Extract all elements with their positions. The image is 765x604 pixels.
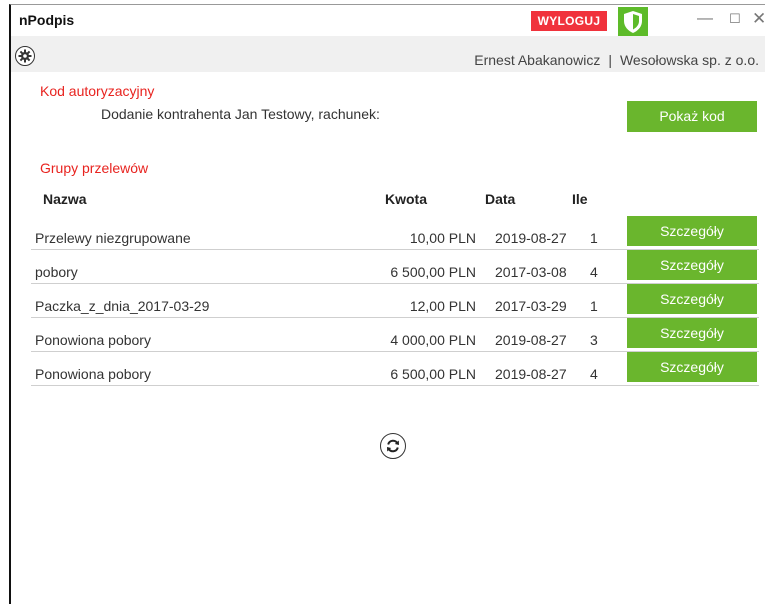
table-row: Przelewy niezgrupowane 10,00 PLN 2019-08… [31, 216, 759, 250]
auth-description: Dodanie kontrahenta Jan Testowy, rachune… [101, 106, 380, 122]
row-count: 4 [590, 366, 598, 382]
separator: | [608, 52, 612, 68]
row-count: 1 [590, 298, 598, 314]
row-date: 2017-03-08 [495, 264, 567, 280]
row-date: 2017-03-29 [495, 298, 567, 314]
table-row: Ponowiona pobory 6 500,00 PLN 2019-08-27… [31, 352, 759, 386]
details-button[interactable]: Szczegóły [627, 216, 757, 246]
row-amount: 12,00 PLN [409, 298, 476, 314]
row-name: Ponowiona pobory [35, 332, 151, 348]
close-button[interactable]: ✕ [752, 9, 765, 29]
column-header-count: Ile [572, 191, 588, 207]
row-name: Przelewy niezgrupowane [35, 230, 191, 246]
row-count: 1 [590, 230, 598, 246]
refresh-icon[interactable] [380, 433, 406, 459]
table-row: Paczka_z_dnia_2017-03-29 12,00 PLN 2017-… [31, 284, 759, 318]
row-name: Paczka_z_dnia_2017-03-29 [35, 298, 210, 314]
table-row: pobory 6 500,00 PLN 2017-03-08 4 Szczegó… [31, 250, 759, 284]
details-button[interactable]: Szczegóły [627, 284, 757, 314]
row-count: 3 [590, 332, 598, 348]
details-button[interactable]: Szczegóły [627, 318, 757, 348]
row-date: 2019-08-27 [495, 366, 567, 382]
row-name: pobory [35, 264, 78, 280]
gear-icon[interactable] [15, 46, 35, 66]
row-amount: 6 500,00 PLN [390, 264, 476, 280]
show-code-button[interactable]: Pokaż kod [627, 101, 757, 132]
table-row: Ponowiona pobory 4 000,00 PLN 2019-08-27… [31, 318, 759, 352]
minimize-button[interactable]: — [697, 9, 713, 29]
app-title: nPodpis [19, 12, 75, 28]
details-button[interactable]: Szczegóły [627, 250, 757, 280]
user-info: Ernest Abakanowicz | Wesołowska sp. z o.o. [474, 52, 759, 68]
row-date: 2019-08-27 [495, 230, 567, 246]
row-count: 4 [590, 264, 598, 280]
row-amount: 10,00 PLN [409, 230, 476, 246]
row-date: 2019-08-27 [495, 332, 567, 348]
column-header-amount: Kwota [385, 191, 427, 207]
shield-icon[interactable] [618, 7, 648, 36]
row-amount: 4 000,00 PLN [390, 332, 476, 348]
toolbar: Ernest Abakanowicz | Wesołowska sp. z o.o. [11, 36, 765, 72]
auth-section-title: Kod autoryzacyjny [40, 83, 155, 99]
column-header-date: Data [485, 191, 516, 207]
app-window: nPodpis WYLOGUJ — ☐ ✕ Ernest Abakanowicz… [9, 4, 765, 604]
details-button[interactable]: Szczegóły [627, 352, 757, 382]
column-header-name: Nazwa [43, 191, 87, 207]
logout-button[interactable]: WYLOGUJ [531, 11, 607, 31]
row-name: Ponowiona pobory [35, 366, 151, 382]
maximize-button[interactable]: ☐ [729, 9, 741, 29]
company-name: Wesołowska sp. z o.o. [619, 52, 759, 68]
title-bar: nPodpis WYLOGUJ — ☐ ✕ [11, 5, 765, 36]
row-amount: 6 500,00 PLN [390, 366, 476, 382]
groups-section-title: Grupy przelewów [40, 160, 149, 176]
user-name: Ernest Abakanowicz [474, 52, 601, 68]
